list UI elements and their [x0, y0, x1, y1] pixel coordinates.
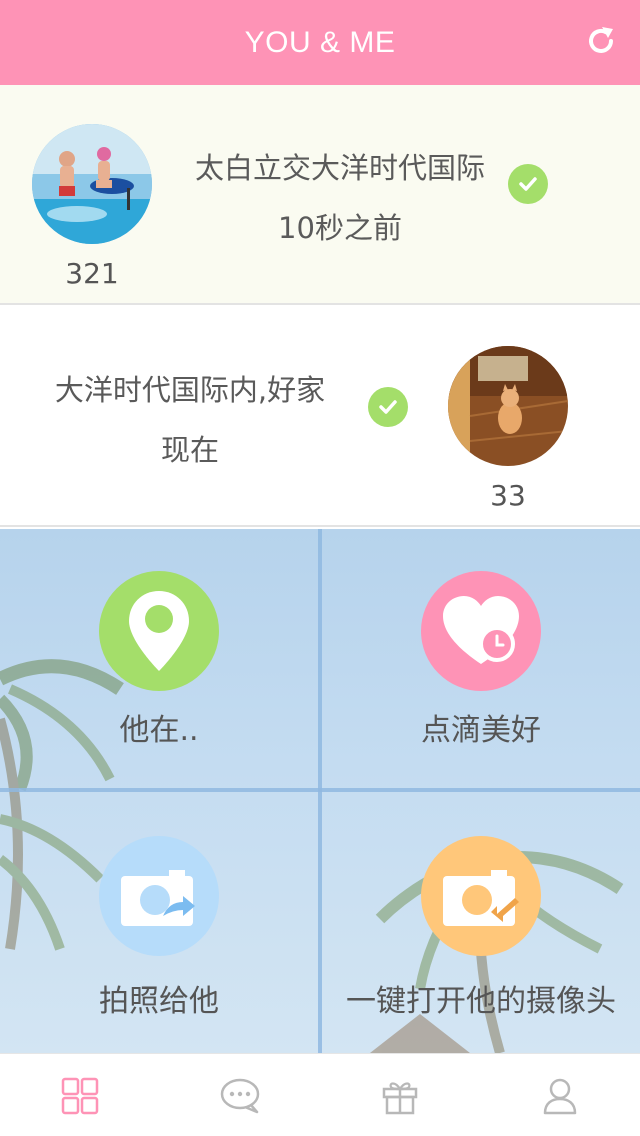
feature-send-photo[interactable]: 拍照给他	[0, 792, 318, 1051]
avatar[interactable]	[32, 124, 152, 244]
camera-send-icon	[99, 836, 219, 956]
time-text: 现在	[160, 433, 219, 467]
tab-profile[interactable]	[480, 1054, 640, 1136]
location-pin-icon	[99, 571, 219, 691]
tab-chat[interactable]	[160, 1054, 320, 1136]
app-title: YOU & ME	[244, 25, 396, 59]
photo-count: 33	[490, 479, 526, 512]
avatar[interactable]	[448, 346, 568, 466]
heart-clock-icon	[421, 571, 541, 691]
feature-label: 他在..	[119, 713, 199, 748]
refresh-icon	[589, 27, 613, 53]
feature-where-is-he[interactable]: 他在..	[0, 529, 318, 788]
check-circle-icon	[508, 164, 548, 204]
tab-home[interactable]	[0, 1054, 160, 1136]
camera-receive-icon	[421, 836, 541, 956]
feature-label: 拍照给他	[99, 984, 219, 1019]
photo-count: 321	[65, 257, 119, 290]
location-text: 大洋时代国际内,好家	[54, 373, 326, 407]
feature-label: 一键打开他的摄像头	[346, 984, 616, 1019]
grid-icon	[61, 1077, 99, 1114]
feature-grid: 他在.. 点滴美好 拍照给他 一键打开他的摄像头	[0, 529, 640, 1053]
chat-icon	[220, 1078, 260, 1113]
feature-label: 点滴美好	[421, 713, 541, 748]
app-header: YOU & ME	[0, 0, 640, 85]
check-circle-icon	[368, 387, 408, 427]
time-text: 10秒之前	[278, 211, 402, 245]
status-card[interactable]: 大洋时代国际内,好家 现在 33	[0, 307, 640, 527]
location-text: 太白立交大洋时代国际	[194, 151, 485, 185]
bottom-tab-bar	[0, 1053, 640, 1136]
profile-icon	[543, 1078, 577, 1114]
feature-good-moments[interactable]: 点滴美好	[322, 529, 640, 788]
gift-icon	[382, 1081, 418, 1114]
refresh-button[interactable]	[584, 24, 618, 58]
feature-open-camera[interactable]: 一键打开他的摄像头	[322, 792, 640, 1051]
tab-gift[interactable]	[320, 1054, 480, 1136]
status-card[interactable]: 321 太白立交大洋时代国际 10秒之前	[0, 85, 640, 305]
